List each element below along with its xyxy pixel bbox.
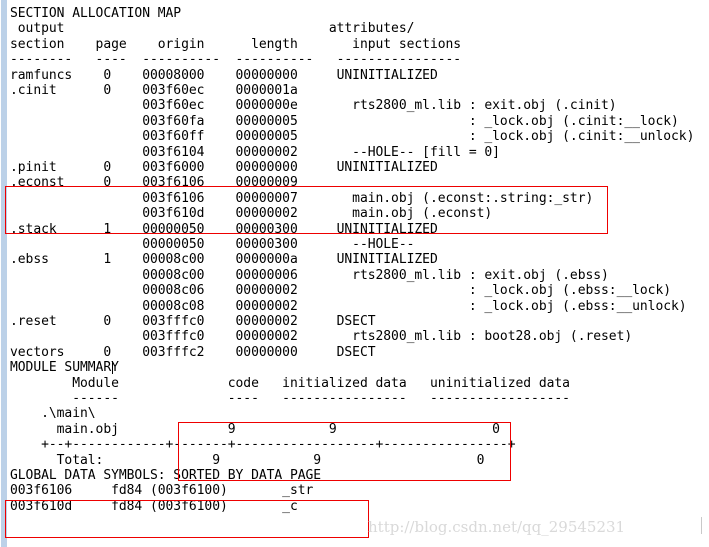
text-line: 003f60fa 00000005 : _lock.obj (.cinit:__… xyxy=(10,113,679,129)
text-line: -------- ---- ---------- ---------- ----… xyxy=(10,52,462,68)
text-line: 003f60ff 00000005 : _lock.obj (.cinit:__… xyxy=(10,129,695,145)
text-line: 003f610d 00000002 main.obj (.econst) xyxy=(10,206,493,222)
watermark-bar xyxy=(701,517,702,534)
text-caret xyxy=(112,361,113,374)
text-line: output attributes/ xyxy=(10,21,415,37)
text-line: .stack 1 00000050 00000300 UNINITIALIZED xyxy=(10,221,438,237)
text-line: section page origin length input section… xyxy=(10,36,462,52)
text-line: 003f610d fd84 (003f6100) _c xyxy=(10,498,298,514)
map-file-text-content[interactable]: SECTION ALLOCATION MAP output attributes… xyxy=(0,0,709,547)
text-line: SECTION ALLOCATION MAP xyxy=(10,6,182,21)
text-line: 00000050 00000300 --HOLE-- xyxy=(10,237,415,252)
text-line: 003fffc0 00000002 rts2800_ml.lib : boot2… xyxy=(10,329,633,345)
text-line: .\main\ xyxy=(10,406,96,422)
text-line: .econst 0 003f6106 00000009 xyxy=(10,175,298,191)
text-line: 00008c00 00000006 rts2800_ml.lib : exit.… xyxy=(10,267,609,283)
text-line: .reset 0 003fffc0 00000002 DSECT xyxy=(10,314,376,329)
watermark-text: http://blog.csdn.net/qq_29545231 xyxy=(368,518,626,536)
text-line-total: Total: 9 9 0 xyxy=(10,452,485,468)
text-line: Module code initialized data uninitializ… xyxy=(10,375,570,391)
text-line: 003f6106 fd84 (003f6100) _str xyxy=(10,483,314,499)
text-line: 00008c08 00000002 : _lock.obj (.ebss:__u… xyxy=(10,298,687,314)
text-line: .cinit 0 003f60ec 0000001a xyxy=(10,83,298,98)
text-line: 003f6104 00000002 --HOLE-- [fill = 0] xyxy=(10,144,500,160)
text-line: main.obj 9 9 0 xyxy=(10,421,500,437)
text-line: .pinit 0 003f6000 00000000 UNINITIALIZED xyxy=(10,160,438,175)
text-line: 003f6106 00000007 main.obj (.econst:.str… xyxy=(10,190,594,206)
text-line: ------ ---- ---------------- -----------… xyxy=(10,391,570,406)
text-line: .ebss 1 00008c00 0000000a UNINITIALIZED xyxy=(10,252,438,268)
text-line-global-symbols-title: GLOBAL DATA SYMBOLS: SORTED BY DATA PAGE xyxy=(10,468,322,483)
text-line: ramfuncs 0 00008000 00000000 UNINITIALIZ… xyxy=(10,67,438,83)
text-line-separator: +--+------------+-------+---------------… xyxy=(10,437,516,453)
text-line-module-summary-title: MODULE SUMMARY xyxy=(10,360,119,376)
text-line: vectors 0 003fffc2 00000000 DSECT xyxy=(10,344,376,360)
text-line: 00008c06 00000002 : _lock.obj (.ebss:__l… xyxy=(10,283,672,299)
text-line: 003f60ec 0000000e rts2800_ml.lib : exit.… xyxy=(10,98,617,114)
